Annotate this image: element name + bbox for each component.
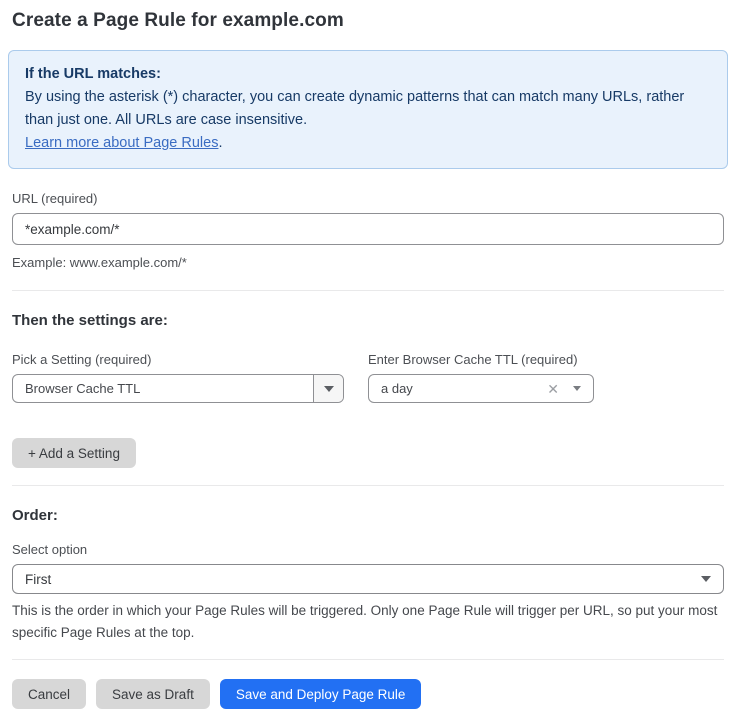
url-field-label: URL (required) <box>12 191 724 206</box>
order-helper-text: This is the order in which your Page Rul… <box>12 600 728 644</box>
actions-row: Cancel Save as Draft Save and Deploy Pag… <box>12 679 724 709</box>
page-title: Create a Page Rule for example.com <box>12 10 724 32</box>
divider <box>12 659 724 660</box>
info-box-body: By using the asterisk (*) character, you… <box>25 86 711 132</box>
setting-picker-value: Browser Cache TTL <box>13 381 313 396</box>
order-select-value: First <box>13 572 701 587</box>
order-select[interactable]: First <box>12 564 724 594</box>
clear-icon[interactable]: ✕ <box>547 382 559 396</box>
order-section-heading: Order: <box>12 507 724 524</box>
learn-more-link[interactable]: Learn more about Page Rules <box>25 135 218 151</box>
caret-down-icon[interactable] <box>573 386 581 391</box>
setting-picker-group: Pick a Setting (required) Browser Cache … <box>12 352 344 403</box>
caret-down-icon <box>701 576 711 582</box>
save-and-deploy-button[interactable]: Save and Deploy Page Rule <box>220 679 422 709</box>
setting-picker-label: Pick a Setting (required) <box>12 352 344 367</box>
settings-section-heading: Then the settings are: <box>12 312 724 329</box>
ttl-picker-select[interactable]: a day ✕ <box>368 374 594 403</box>
order-select-label: Select option <box>12 542 724 557</box>
ttl-picker-group: Enter Browser Cache TTL (required) a day… <box>368 352 594 403</box>
cancel-button[interactable]: Cancel <box>12 679 86 709</box>
info-box-heading: If the URL matches: <box>25 63 711 86</box>
add-setting-button[interactable]: + Add a Setting <box>12 438 136 468</box>
add-setting-wrap: + Add a Setting <box>12 438 724 468</box>
url-field-helper: Example: www.example.com/* <box>12 253 724 272</box>
url-input[interactable] <box>12 213 724 245</box>
link-suffix: . <box>218 135 222 151</box>
ttl-picker-icons: ✕ <box>547 382 593 396</box>
divider <box>12 290 724 291</box>
divider <box>12 485 724 486</box>
caret-down-icon <box>324 386 334 392</box>
ttl-picker-value: a day <box>369 381 547 396</box>
setting-picker-select[interactable]: Browser Cache TTL <box>12 374 344 403</box>
create-page-rule-form: Create a Page Rule for example.com If th… <box>0 0 736 709</box>
url-matches-info-box: If the URL matches: By using the asteris… <box>8 50 728 169</box>
settings-row: Pick a Setting (required) Browser Cache … <box>12 352 724 403</box>
setting-picker-caret-section[interactable] <box>313 375 343 402</box>
info-box-link-line: Learn more about Page Rules. <box>25 132 711 155</box>
order-caret-pad <box>701 576 723 582</box>
url-field-group: URL (required) Example: www.example.com/… <box>12 191 724 272</box>
save-as-draft-button[interactable]: Save as Draft <box>96 679 210 709</box>
ttl-picker-label: Enter Browser Cache TTL (required) <box>368 352 594 367</box>
order-select-group: Select option First This is the order in… <box>12 542 724 644</box>
